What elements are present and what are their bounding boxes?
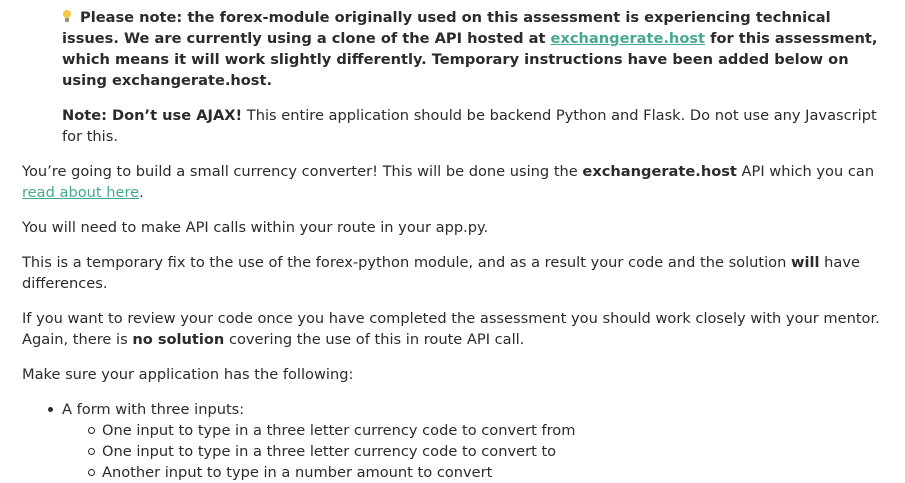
temp-fix-bold: will	[791, 254, 820, 271]
forex-notice: Please note: the forex-module originally…	[62, 7, 891, 91]
lightbulb-icon	[62, 10, 72, 23]
intro-bold: exchangerate.host	[582, 163, 737, 180]
notice-block: Please note: the forex-module originally…	[62, 7, 891, 147]
requirements-list: A form with three inputs: One input to t…	[22, 399, 891, 483]
instructions-content: Please note: the forex-module originally…	[0, 0, 905, 483]
review-paragraph: If you want to review your code once you…	[22, 308, 891, 350]
sub-list: One input to type in a three letter curr…	[62, 420, 891, 483]
read-about-here-link[interactable]: read about here	[22, 184, 139, 201]
exchangerate-host-link[interactable]: exchangerate.host	[551, 30, 705, 47]
intro-text-3: .	[139, 184, 144, 201]
api-calls-paragraph: You will need to make API calls within y…	[22, 219, 489, 236]
temp-fix-paragraph: This is a temporary fix to the use of th…	[22, 252, 891, 294]
sub-list-item: One input to type in a three letter curr…	[62, 420, 891, 441]
make-sure-paragraph: Make sure your application has the follo…	[22, 366, 354, 383]
intro-text-1: You’re going to build a small currency c…	[22, 163, 583, 180]
list-item: A form with three inputs: One input to t…	[22, 399, 891, 483]
intro-text-2: API which you can	[736, 163, 875, 180]
temp-fix-text-1: This is a temporary fix to the use of th…	[22, 254, 791, 271]
list-item-label: A form with three inputs:	[62, 401, 245, 418]
sub-list-item: One input to type in a three letter curr…	[62, 441, 891, 462]
intro-paragraph: You’re going to build a small currency c…	[22, 161, 891, 203]
review-bold: no solution	[132, 331, 225, 348]
review-text-2: covering the use of this in route API ca…	[224, 331, 525, 348]
sub-list-item: Another input to type in a number amount…	[62, 462, 891, 483]
ajax-note: Note: Don’t use AJAX! This entire applic…	[62, 105, 891, 147]
ajax-note-bold: Note: Don’t use AJAX!	[62, 107, 243, 124]
